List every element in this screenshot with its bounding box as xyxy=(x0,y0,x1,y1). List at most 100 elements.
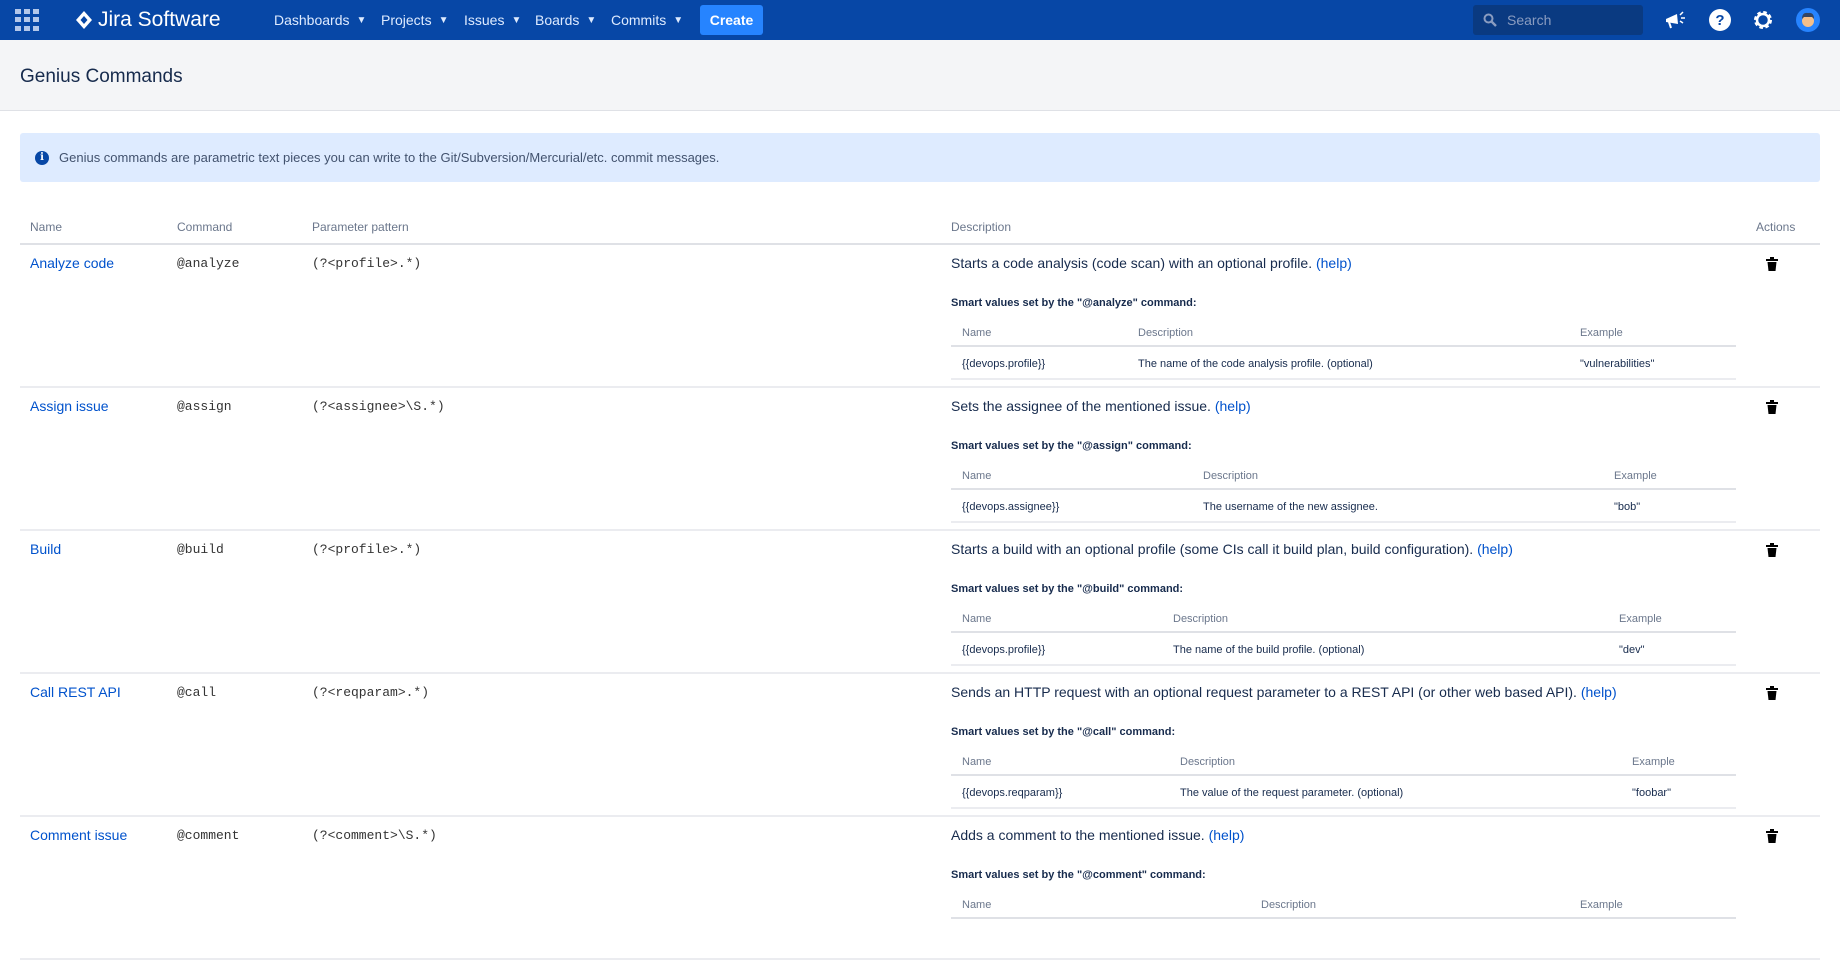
command-description: Adds a comment to the mentioned issue. (… xyxy=(951,827,1244,843)
smart-values-header: Name Description Example xyxy=(951,464,1736,490)
smart-values-header: Name Description Example xyxy=(951,321,1736,347)
sub-col-description: Description xyxy=(1261,899,1317,911)
description-text: Adds a comment to the mentioned issue. xyxy=(951,827,1205,843)
smart-value-name: {{devops.profile}} xyxy=(962,358,1046,370)
command-keyword: @build xyxy=(177,542,224,557)
nav-label: Projects xyxy=(381,12,432,28)
command-name-link[interactable]: Analyze code xyxy=(30,255,114,271)
sub-col-example: Example xyxy=(1580,899,1623,911)
smart-values-label: Smart values set by the "@build" command… xyxy=(951,583,1184,595)
smart-value-description: The name of the code analysis profile. (… xyxy=(1138,358,1373,370)
smart-value-row: {{devops.reqparam}} The value of the req… xyxy=(951,776,1736,809)
trash-icon[interactable] xyxy=(1766,829,1778,843)
sub-col-example: Example xyxy=(1619,613,1662,625)
command-name-link[interactable]: Build xyxy=(30,541,61,557)
smart-values-label: Smart values set by the "@analyze" comma… xyxy=(951,297,1197,309)
smart-value-description: The value of the request parameter. (opt… xyxy=(1180,787,1404,799)
smart-values-label: Smart values set by the "@call" command: xyxy=(951,726,1176,738)
jira-logo[interactable]: Jira Software xyxy=(76,8,221,32)
smart-values-table: Name Description Example {{devops.reqpar… xyxy=(951,750,1736,809)
command-keyword: @analyze xyxy=(177,256,240,271)
col-description: Description xyxy=(951,220,1012,234)
col-actions: Actions xyxy=(1756,220,1796,234)
sub-col-name: Name xyxy=(962,899,992,911)
command-keyword: @comment xyxy=(177,828,240,843)
sub-col-name: Name xyxy=(962,613,992,625)
smart-value-description: The name of the build profile. (optional… xyxy=(1173,644,1365,656)
help-link[interactable]: (help) xyxy=(1477,541,1513,557)
trash-icon[interactable] xyxy=(1766,686,1778,700)
nav-commits[interactable]: Commits ▼ xyxy=(611,0,683,40)
jira-diamond-icon xyxy=(76,11,92,29)
chevron-down-icon: ▼ xyxy=(586,14,597,26)
smart-values-header: Name Description Example xyxy=(951,607,1736,633)
nav-boards[interactable]: Boards ▼ xyxy=(535,0,596,40)
smart-value-row: {{devops.profile}} The name of the code … xyxy=(951,347,1736,380)
smart-value-example: "foobar" xyxy=(1632,787,1671,799)
avatar[interactable] xyxy=(1796,8,1820,32)
smart-value-name: {{devops.assignee}} xyxy=(962,501,1060,513)
parameter-pattern: (?<assignee>\S.*) xyxy=(312,399,445,414)
col-command: Command xyxy=(177,220,233,234)
smart-values-table: Name Description Example xyxy=(951,893,1736,919)
nav-label: Issues xyxy=(464,12,505,28)
search-box[interactable] xyxy=(1473,5,1643,35)
app-switcher-icon[interactable] xyxy=(15,9,39,31)
command-name-link[interactable]: Assign issue xyxy=(30,398,109,414)
help-icon[interactable]: ? xyxy=(1708,8,1732,32)
smart-values-table: Name Description Example {{devops.profil… xyxy=(951,607,1736,666)
parameter-pattern: (?<comment>\S.*) xyxy=(312,828,437,843)
chevron-down-icon: ▼ xyxy=(511,14,522,26)
command-description: Sends an HTTP request with an optional r… xyxy=(951,684,1617,700)
smart-value-example: "vulnerabilities" xyxy=(1580,358,1655,370)
help-link[interactable]: (help) xyxy=(1215,398,1251,414)
smart-value-example: "dev" xyxy=(1619,644,1645,656)
logo-text: Jira Software xyxy=(98,8,221,31)
top-navigation-bar: Jira Software Dashboards ▼ Projects ▼ Issu… xyxy=(0,0,1840,40)
smart-values-label: Smart values set by the "@comment" comma… xyxy=(951,869,1206,881)
nav-dashboards[interactable]: Dashboards ▼ xyxy=(274,0,366,40)
help-link[interactable]: (help) xyxy=(1209,827,1245,843)
gear-icon[interactable] xyxy=(1751,8,1775,32)
command-name-link[interactable]: Comment issue xyxy=(30,827,127,843)
description-text: Sets the assignee of the mentioned issue… xyxy=(951,398,1211,414)
nav-issues[interactable]: Issues ▼ xyxy=(464,0,521,40)
svg-text:?: ? xyxy=(1715,12,1724,29)
smart-value-row: {{devops.assignee}} The username of the … xyxy=(951,490,1736,523)
smart-values-label: Smart values set by the "@assign" comman… xyxy=(951,440,1192,452)
create-button[interactable]: Create xyxy=(700,5,763,35)
command-description: Starts a code analysis (code scan) with … xyxy=(951,255,1352,271)
trash-icon[interactable] xyxy=(1766,543,1778,557)
megaphone-icon[interactable] xyxy=(1663,8,1687,32)
smart-value-name: {{devops.profile}} xyxy=(962,644,1046,656)
parameter-pattern: (?<reqparam>.*) xyxy=(312,685,430,700)
sub-col-name: Name xyxy=(962,756,992,768)
search-icon xyxy=(1483,13,1497,27)
parameter-pattern: (?<profile>.*) xyxy=(312,256,422,271)
command-name-link[interactable]: Call REST API xyxy=(30,684,121,700)
sub-col-description: Description xyxy=(1138,327,1194,339)
help-link[interactable]: (help) xyxy=(1581,684,1617,700)
command-keyword: @call xyxy=(177,685,217,700)
chevron-down-icon: ▼ xyxy=(438,14,449,26)
search-input[interactable] xyxy=(1507,12,1627,28)
sub-col-example: Example xyxy=(1580,327,1623,339)
page-header: Genius Commands xyxy=(0,40,1840,111)
smart-value-name: {{devops.reqparam}} xyxy=(962,787,1063,799)
trash-icon[interactable] xyxy=(1766,257,1778,271)
help-link[interactable]: (help) xyxy=(1316,255,1352,271)
description-text: Sends an HTTP request with an optional r… xyxy=(951,684,1577,700)
command-description: Starts a build with an optional profile … xyxy=(951,541,1513,557)
info-icon: i xyxy=(35,150,49,165)
table-row: Assign issue @assign (?<assignee>\S.*) S… xyxy=(20,388,1820,531)
table-row: Comment issue @comment (?<comment>\S.*) … xyxy=(20,817,1820,960)
smart-values-table: Name Description Example {{devops.assign… xyxy=(951,464,1736,523)
nav-projects[interactable]: Projects ▼ xyxy=(381,0,448,40)
sub-col-description: Description xyxy=(1173,613,1229,625)
page-title: Genius Commands xyxy=(20,66,183,87)
table-row: Analyze code @analyze (?<profile>.*) Sta… xyxy=(20,245,1820,388)
smart-values-header: Name Description Example xyxy=(951,893,1736,919)
command-description: Sets the assignee of the mentioned issue… xyxy=(951,398,1251,414)
chevron-down-icon: ▼ xyxy=(673,14,684,26)
trash-icon[interactable] xyxy=(1766,400,1778,414)
